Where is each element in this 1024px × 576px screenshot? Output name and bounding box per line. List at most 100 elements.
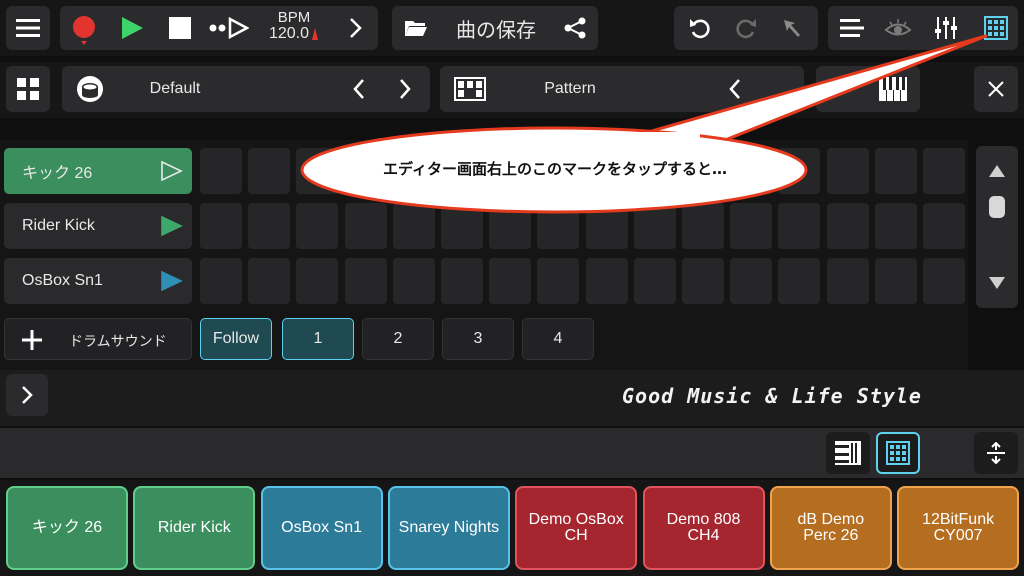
step-cell[interactable]: [296, 258, 339, 304]
pad-grid-button[interactable]: [876, 432, 920, 474]
page-button-2[interactable]: 2: [362, 318, 434, 360]
redo-icon: [736, 19, 756, 39]
drum-pad[interactable]: キック 26: [6, 486, 128, 570]
step-cell[interactable]: [392, 203, 435, 249]
pattern-icon-button[interactable]: [450, 66, 490, 112]
track-preview-play-icon[interactable]: [152, 215, 192, 237]
grid-editor-button[interactable]: [974, 6, 1018, 50]
drum-pad[interactable]: Demo 808 CH4: [642, 486, 765, 570]
step-cell[interactable]: [923, 258, 965, 304]
step-cell[interactable]: [730, 203, 773, 249]
step-cell[interactable]: [826, 258, 869, 304]
drum-pad[interactable]: Demo OsBox CH: [515, 486, 638, 570]
stop-button[interactable]: [160, 6, 200, 50]
resize-button[interactable]: [974, 432, 1018, 474]
follow-toggle[interactable]: Follow: [200, 318, 272, 360]
step-cell[interactable]: [585, 258, 628, 304]
scroll-thumb[interactable]: [989, 196, 1005, 218]
page-button-1[interactable]: 1: [282, 318, 354, 360]
step-cell[interactable]: [633, 258, 676, 304]
vertical-scroll[interactable]: [976, 146, 1018, 308]
undo-button[interactable]: [678, 6, 722, 50]
page-button-4[interactable]: 4: [522, 318, 594, 360]
visibility-button[interactable]: [876, 6, 920, 50]
editor-toolbar: Default Pattern: [0, 62, 1024, 118]
step-play-button[interactable]: [206, 6, 252, 50]
step-cell[interactable]: [874, 203, 917, 249]
step-cell[interactable]: [248, 258, 291, 304]
drum-pad[interactable]: Snarey Nights: [387, 486, 510, 570]
open-song-button[interactable]: [398, 6, 434, 50]
step-cell[interactable]: [826, 148, 869, 194]
pattern-prev-button[interactable]: [718, 66, 752, 112]
kit-name[interactable]: Default: [120, 66, 230, 112]
track-preview-play-icon[interactable]: [152, 270, 192, 292]
step-cell[interactable]: [392, 258, 435, 304]
step-cell[interactable]: [682, 203, 724, 249]
drum-pad[interactable]: dB Demo Perc 26: [769, 486, 892, 570]
pointer-button[interactable]: [770, 6, 814, 50]
close-editor-button[interactable]: [974, 66, 1018, 112]
step-cell[interactable]: [874, 258, 917, 304]
track-row[interactable]: Rider Kick: [4, 203, 192, 249]
piano-roll-icon: [835, 441, 861, 465]
kit-prev-button[interactable]: [342, 66, 376, 112]
transport-more-button[interactable]: [338, 6, 374, 50]
step-cell[interactable]: [826, 203, 869, 249]
pattern-name[interactable]: Pattern: [512, 66, 628, 112]
kit-next-button[interactable]: [388, 66, 422, 112]
step-cell[interactable]: [248, 148, 291, 194]
list-view-button[interactable]: [830, 6, 874, 50]
drum-pad[interactable]: OsBox Sn1: [260, 486, 383, 570]
step-cell[interactable]: [778, 258, 821, 304]
step-cell[interactable]: [489, 258, 532, 304]
list-icon: [840, 19, 864, 37]
step-cell[interactable]: [778, 203, 821, 249]
page-button-3[interactable]: 3: [442, 318, 514, 360]
piano-roll-button[interactable]: [826, 432, 870, 474]
redo-button[interactable]: [724, 6, 768, 50]
step-cell[interactable]: [923, 203, 965, 249]
step-cell[interactable]: [874, 148, 917, 194]
expand-button[interactable]: [6, 374, 48, 416]
step-cell[interactable]: [296, 203, 339, 249]
add-drum-sound-button[interactable]: ドラムサウンド: [4, 318, 192, 360]
drum-pad[interactable]: 12BitFunk CY007: [897, 486, 1020, 570]
step-cell[interactable]: [200, 203, 242, 249]
step-cell[interactable]: [344, 203, 387, 249]
track-preview-play-icon[interactable]: [152, 160, 192, 182]
chevron-left-icon: [353, 79, 364, 99]
menu-button[interactable]: [6, 6, 50, 50]
step-cell[interactable]: [200, 148, 242, 194]
step-cell[interactable]: [489, 203, 532, 249]
step-cell[interactable]: [633, 203, 676, 249]
step-cell[interactable]: [200, 258, 242, 304]
step-cell[interactable]: [682, 258, 724, 304]
grid-view-button[interactable]: [6, 66, 50, 112]
share-button[interactable]: [556, 6, 594, 50]
step-cell[interactable]: [441, 203, 483, 249]
step-cell[interactable]: [344, 258, 387, 304]
bpm-display[interactable]: BPM 120.0: [266, 10, 322, 42]
top-toolbar: BPM 120.0 曲の保存: [0, 0, 1024, 56]
step-cell[interactable]: [730, 258, 773, 304]
step-cell[interactable]: [537, 203, 580, 249]
save-song-button[interactable]: 曲の保存: [440, 6, 552, 50]
step-cell[interactable]: [585, 203, 628, 249]
step-cell[interactable]: [537, 258, 580, 304]
step-cell[interactable]: [441, 258, 483, 304]
kit-icon-button[interactable]: [70, 66, 110, 112]
play-button[interactable]: [112, 6, 152, 50]
step-cell[interactable]: [248, 203, 291, 249]
pattern-icon: [454, 77, 486, 101]
song-panel: 曲の保存: [392, 6, 598, 50]
mixer-button[interactable]: [924, 6, 968, 50]
chevron-right-icon: [350, 18, 362, 38]
track-row[interactable]: キック 26: [4, 148, 192, 194]
step-cell[interactable]: [923, 148, 965, 194]
drum-pad[interactable]: Rider Kick: [133, 486, 256, 570]
track-row[interactable]: OsBox Sn1: [4, 258, 192, 304]
record-button[interactable]: [64, 6, 104, 50]
keyboard-button[interactable]: [870, 66, 916, 112]
close-icon: [974, 66, 1018, 112]
